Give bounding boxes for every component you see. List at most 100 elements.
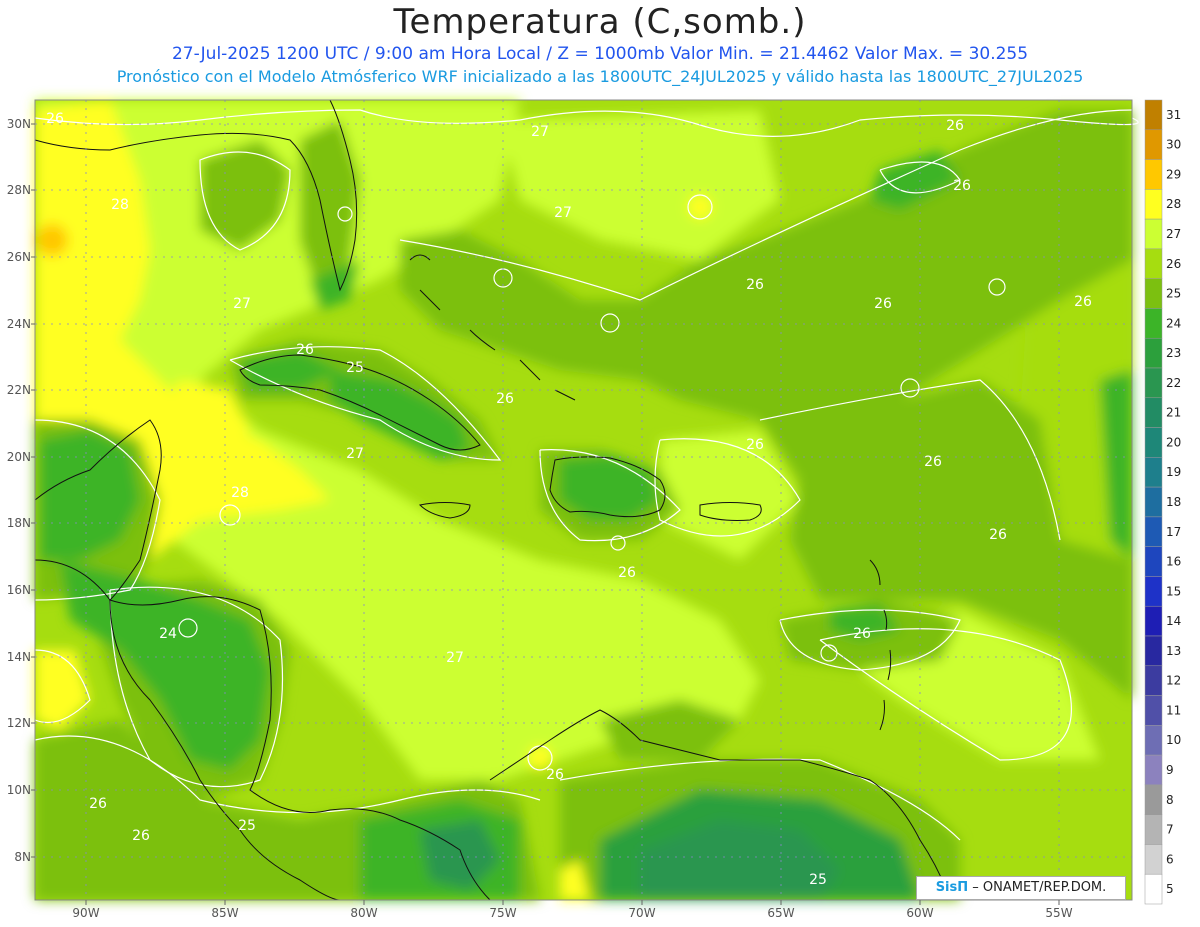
colorbar-label: 6	[1166, 852, 1174, 866]
lon-label: 60W	[906, 906, 933, 920]
colorbar-swatch	[1144, 457, 1163, 488]
isotherm-label: 27	[233, 296, 251, 312]
colorbar-swatch	[1144, 546, 1163, 577]
lat-label: 28N	[7, 183, 31, 197]
colorbar-label: 26	[1166, 257, 1181, 271]
colorbar-swatch	[1144, 576, 1163, 607]
forecast-map: 26 27 26 26 28 27 26 26 26 26 27 25 26 26 27 26 28 26 24 26…	[7, 99, 1181, 920]
colorbar-swatch	[1144, 248, 1163, 279]
isotherm-label: 26	[746, 277, 764, 293]
colorbar-swatch	[1144, 814, 1163, 845]
lon-label: 55W	[1045, 906, 1072, 920]
colorbar-label: 8	[1166, 793, 1174, 807]
isotherm-label: 26	[296, 342, 314, 358]
lat-label: 8N	[14, 850, 31, 864]
colorbar-swatch	[1144, 278, 1163, 309]
colorbar-swatch	[1144, 725, 1163, 756]
isotherm-label: 25	[809, 872, 827, 888]
isotherm-label: 26	[946, 118, 964, 134]
isotherm-label: 26	[546, 767, 564, 783]
colorbar-swatch	[1144, 397, 1163, 428]
colorbar-label: 10	[1166, 733, 1181, 747]
colorbar-swatch	[1144, 129, 1163, 160]
isotherm-label: 26	[853, 626, 871, 642]
colorbar-swatch	[1144, 605, 1163, 637]
isotherm-label: 26	[1074, 294, 1092, 310]
lon-label: 70W	[628, 906, 655, 920]
lat-label: 26N	[7, 250, 31, 264]
isotherm-label: 27	[346, 446, 364, 462]
isotherm-label: 26	[496, 391, 514, 407]
colorbar-swatch	[1144, 516, 1163, 547]
colorbar-swatch	[1144, 337, 1163, 369]
colorbar-label: 16	[1166, 555, 1181, 569]
colorbar-label: 24	[1166, 316, 1181, 330]
lon-label: 90W	[72, 906, 99, 920]
colorbar-swatch	[1144, 367, 1163, 399]
lat-label: 30N	[7, 117, 31, 131]
colorbar-swatch	[1144, 695, 1163, 726]
colorbar-swatch	[1144, 218, 1163, 250]
colorbar-label: 22	[1166, 376, 1181, 390]
colorbar-swatch	[1144, 844, 1163, 875]
isotherm-label: 24	[159, 626, 177, 642]
lon-label: 65W	[767, 906, 794, 920]
colorbar-label: 5	[1166, 882, 1174, 896]
isotherm-label: 28	[231, 485, 249, 501]
longitude-labels: 90W 85W 80W 75W 70W 65W 60W 55W	[72, 900, 1073, 920]
lat-label: 12N	[7, 716, 31, 730]
colorbar-label: 17	[1166, 525, 1181, 539]
isotherm-label: 27	[446, 650, 464, 666]
colorbar-label: 9	[1166, 763, 1174, 777]
lat-label: 18N	[7, 516, 31, 530]
colorbar-label: 20	[1166, 435, 1181, 449]
map-panel: 26 27 26 26 28 27 26 26 26 26 27 25 26 26 27 26 28 26 24 26…	[34, 99, 1139, 901]
isotherm-label: 26	[989, 527, 1007, 543]
isotherm-label: 27	[554, 205, 572, 221]
colorbar-label: 18	[1166, 495, 1181, 509]
colorbar-label: 19	[1166, 465, 1181, 479]
isotherm-label: 26	[924, 454, 942, 470]
isotherm-label: 28	[111, 197, 129, 213]
colorbar-label: 14	[1166, 614, 1181, 628]
lat-label: 14N	[7, 650, 31, 664]
isotherm-label: 26	[132, 828, 150, 844]
isotherm-label: 26	[874, 296, 892, 312]
colorbar: 31 30 29 28 27 26 25 24 23 22 21 20 19 18 17 16 15 14 13 12…	[1144, 99, 1181, 905]
colorbar-swatch	[1144, 873, 1163, 905]
colorbar-label: 25	[1166, 287, 1181, 301]
colorbar-label: 11	[1166, 703, 1181, 717]
colorbar-swatch	[1144, 486, 1163, 518]
colorbar-swatch	[1144, 754, 1163, 786]
colorbar-label: 13	[1166, 644, 1181, 658]
colorbar-label: 12	[1166, 674, 1181, 688]
colorbar-label: 28	[1166, 197, 1181, 211]
credit-text: – ONAMET/REP.DOM.	[972, 880, 1107, 895]
colorbar-label: 30	[1166, 138, 1181, 152]
isotherm-label: 26	[46, 111, 64, 127]
lat-label: 16N	[7, 583, 31, 597]
lon-label: 85W	[211, 906, 238, 920]
isotherm-label: 26	[618, 565, 636, 581]
colorbar-label: 15	[1166, 584, 1181, 598]
isotherm-label: 25	[238, 818, 256, 834]
isotherm-label: 26	[953, 178, 971, 194]
lat-label: 20N	[7, 450, 31, 464]
colorbar-swatch	[1144, 189, 1163, 220]
lat-label: 22N	[7, 383, 31, 397]
colorbar-swatch	[1144, 159, 1163, 190]
isotherm-label: 26	[746, 437, 764, 453]
sispi-logo: SisΠ	[935, 880, 969, 895]
colorbar-swatch	[1144, 784, 1163, 815]
isotherm-label: 27	[531, 124, 549, 140]
colorbar-label: 7	[1166, 823, 1174, 837]
colorbar-label: 23	[1166, 346, 1181, 360]
isotherm-label: 26	[89, 796, 107, 812]
colorbar-swatch	[1144, 99, 1163, 131]
colorbar-label: 29	[1166, 167, 1181, 181]
colorbar-label: 21	[1166, 406, 1181, 420]
lat-label: 10N	[7, 783, 31, 797]
colorbar-swatch	[1144, 427, 1163, 458]
lon-label: 80W	[350, 906, 377, 920]
colorbar-swatch	[1144, 665, 1163, 696]
